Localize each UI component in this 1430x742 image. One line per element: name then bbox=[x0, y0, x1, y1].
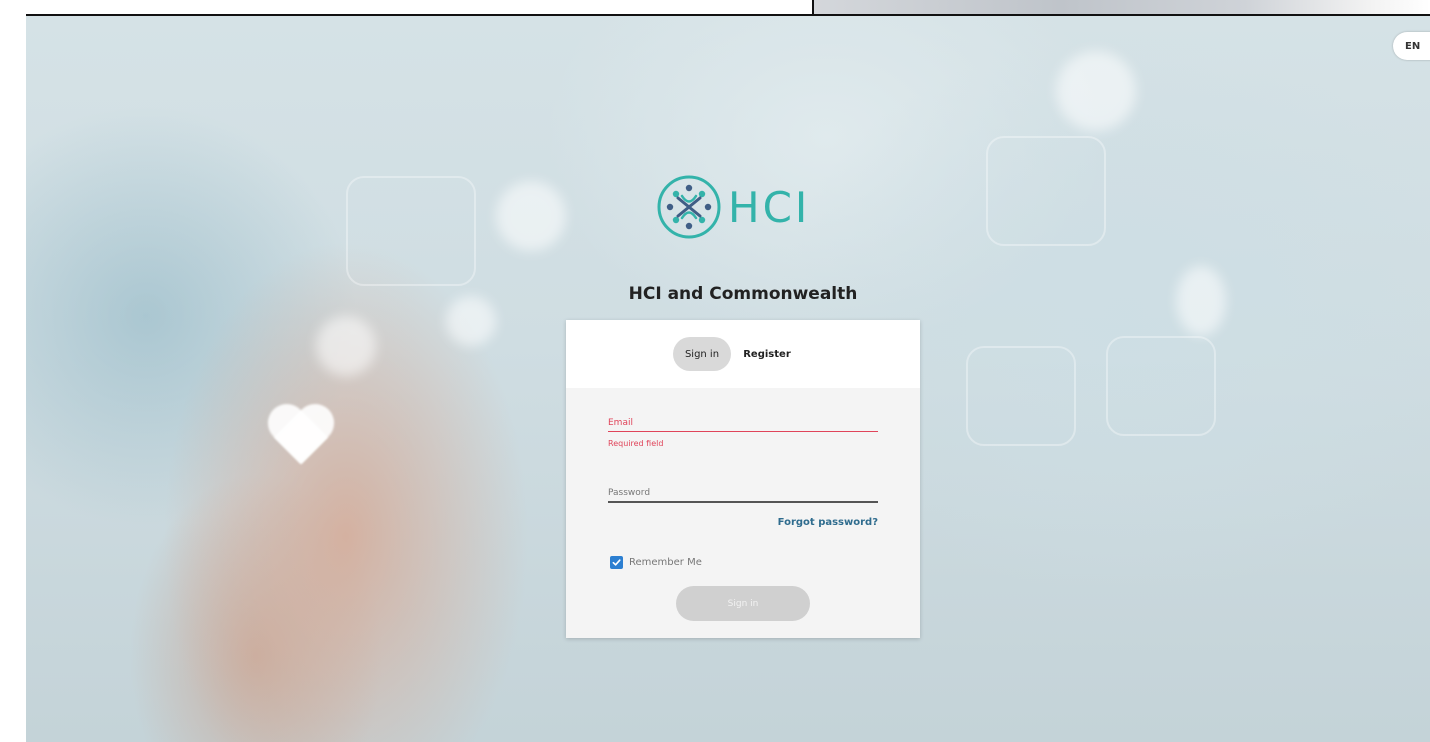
glow-circle bbox=[1056, 51, 1136, 131]
sign-in-button[interactable]: Sign in bbox=[676, 586, 810, 621]
email-underline bbox=[608, 431, 878, 432]
decorative-hexagon bbox=[966, 346, 1076, 446]
login-card: Sign in Register Email Required field Pa… bbox=[566, 320, 920, 638]
forgot-password-link[interactable]: Forgot password? bbox=[778, 517, 878, 528]
remember-me-checkbox[interactable] bbox=[610, 556, 623, 569]
glow-circle bbox=[496, 181, 566, 251]
password-underline bbox=[608, 501, 878, 503]
frame-left-strip bbox=[0, 14, 26, 742]
password-field[interactable]: Password bbox=[608, 488, 878, 503]
decorative-hexagon bbox=[1106, 336, 1216, 436]
logo-icon bbox=[657, 175, 721, 239]
check-icon bbox=[612, 559, 621, 566]
language-label: EN bbox=[1405, 40, 1421, 52]
glow-circle bbox=[316, 316, 376, 376]
remember-me-label: Remember Me bbox=[629, 557, 702, 568]
remember-me: Remember Me bbox=[610, 556, 702, 569]
heart-icon bbox=[266, 406, 336, 468]
frame-top-strip bbox=[0, 0, 812, 16]
language-selector[interactable]: EN bbox=[1393, 32, 1430, 60]
password-label: Password bbox=[608, 488, 651, 498]
decorative-hexagon bbox=[986, 136, 1106, 246]
tab-register[interactable]: Register bbox=[737, 337, 797, 371]
logo-text: HCI bbox=[728, 182, 811, 232]
email-label: Email bbox=[608, 418, 633, 428]
glow-circle bbox=[1176, 266, 1226, 336]
tab-sign-in[interactable]: Sign in bbox=[673, 337, 731, 371]
glow-circle bbox=[446, 296, 496, 346]
email-field[interactable]: Email Required field bbox=[608, 418, 878, 448]
email-error-text: Required field bbox=[608, 439, 664, 448]
brand-logo: HCI bbox=[656, 174, 810, 240]
frame-top-right-strip bbox=[812, 0, 1430, 16]
page-title: HCI and Commonwealth bbox=[628, 284, 858, 304]
decorative-hexagon bbox=[346, 176, 476, 286]
auth-tabs: Sign in Register bbox=[566, 320, 920, 388]
